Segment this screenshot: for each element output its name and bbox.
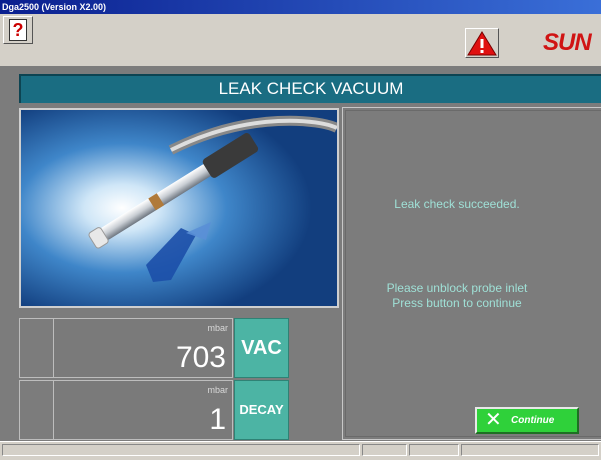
probe-illustration bbox=[19, 108, 339, 308]
instruction-line-1: Please unblock probe inlet bbox=[386, 281, 528, 295]
vacuum-value: 703 bbox=[175, 341, 226, 374]
status-cell bbox=[2, 444, 360, 456]
brand-logo: SUN bbox=[543, 32, 592, 54]
warning-triangle-icon bbox=[467, 31, 497, 56]
readout-side-box bbox=[19, 318, 53, 378]
x-icon: ✕ bbox=[485, 409, 502, 431]
instruction-line-2: Press button to continue bbox=[392, 296, 522, 310]
status-cell bbox=[461, 444, 599, 456]
result-message: Leak check succeeded. bbox=[394, 197, 520, 211]
message-panel bbox=[342, 107, 601, 440]
help-button[interactable]: ? bbox=[3, 16, 33, 44]
page-title: LEAK CHECK VACUUM bbox=[19, 74, 601, 103]
status-cell bbox=[362, 444, 407, 456]
vacuum-readout: mbar 703 bbox=[53, 318, 233, 378]
question-icon: ? bbox=[9, 19, 27, 41]
continue-label: Continue bbox=[511, 415, 555, 426]
window-title-bar: Dga2500 (Version X2.00) bbox=[0, 0, 601, 14]
unit-label: mbar bbox=[207, 323, 228, 333]
toolbar: ? SUN bbox=[0, 14, 601, 67]
status-cell bbox=[409, 444, 459, 456]
decay-readout: mbar 1 bbox=[53, 380, 233, 440]
window-title: Dga2500 (Version X2.00) bbox=[2, 2, 107, 12]
continue-button[interactable]: ✕ Continue bbox=[475, 407, 579, 434]
decay-button[interactable]: DECAY bbox=[234, 380, 289, 440]
decay-value: 1 bbox=[209, 403, 226, 436]
status-bar bbox=[0, 441, 601, 460]
readout-side-box bbox=[19, 380, 53, 440]
warning-button[interactable] bbox=[465, 28, 499, 58]
vac-button[interactable]: VAC bbox=[234, 318, 289, 378]
unit-label: mbar bbox=[207, 385, 228, 395]
